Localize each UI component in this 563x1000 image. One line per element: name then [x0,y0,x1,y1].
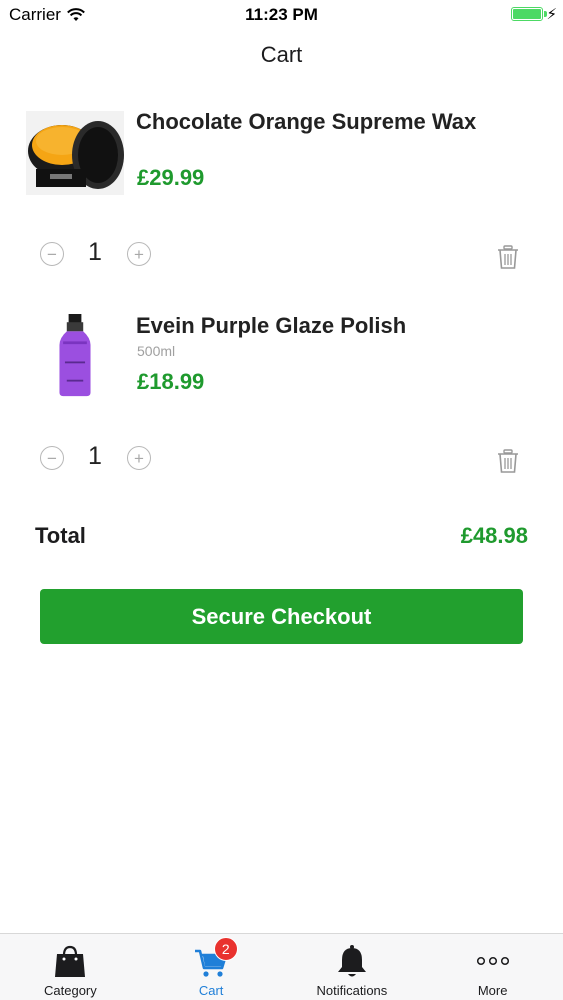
tab-notifications[interactable]: Notifications [282,934,423,1000]
charging-bolt-icon: ⚡ [546,6,557,23]
trash-icon[interactable] [497,449,519,473]
tab-more[interactable]: More [422,934,563,1000]
quantity-stepper: − 1 + [0,236,563,272]
product-price: £29.99 [137,165,205,190]
secure-checkout-button[interactable]: Secure Checkout [40,589,523,644]
tab-label: Cart [198,983,224,998]
tab-cart[interactable]: Cart 2 [141,934,282,1000]
more-icon [476,956,509,966]
quantity-value: 1 [88,442,102,470]
increase-quantity-button[interactable]: + [127,242,151,266]
status-bar: Carrier 11:23 PM ⚡ [0,0,563,30]
total-label: Total [35,523,86,548]
battery-icon [511,7,543,21]
tab-category[interactable]: Category [0,934,141,1000]
shopping-bag-icon [55,945,86,977]
status-time: 11:23 PM [245,5,318,24]
tab-label: Category [44,983,97,998]
decrease-quantity-button[interactable]: − [40,446,64,470]
page-title: Cart [260,42,303,67]
tab-label: Notifications [316,983,388,998]
product-variant: 500ml [137,343,176,359]
quantity-value: 1 [88,238,102,266]
product-image-purple-bottle [59,314,91,397]
product-price: £18.99 [137,369,205,394]
product-name[interactable]: Chocolate Orange Supreme Wax [136,109,476,135]
cart-count-badge: 2 [213,937,238,961]
quantity-stepper: − 1 + [0,440,563,476]
product-image-wax-tin [26,111,124,195]
tab-bar: Category Cart 2 Notifications More [0,933,563,1000]
trash-icon[interactable] [497,245,519,269]
increase-quantity-button[interactable]: + [127,446,151,470]
total-value: £48.98 [460,523,528,548]
product-name[interactable]: Evein Purple Glaze Polish [136,313,406,339]
decrease-quantity-button[interactable]: − [40,242,64,266]
tab-label: More [477,983,508,998]
bell-icon [337,945,366,977]
